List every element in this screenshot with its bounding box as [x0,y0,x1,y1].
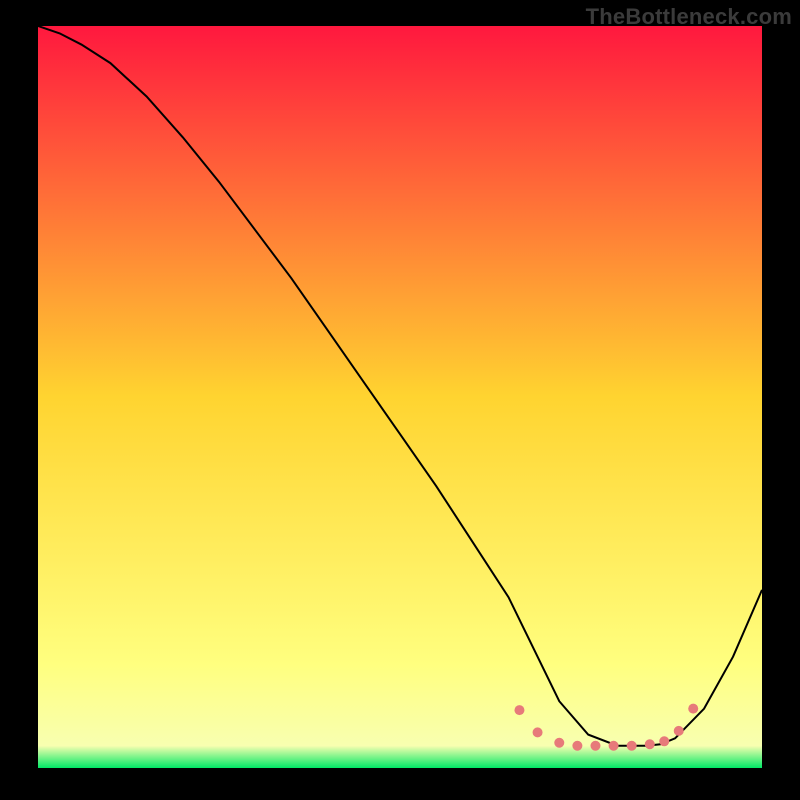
gradient-background [38,26,762,768]
highlight-dot [609,741,619,751]
chart-container: TheBottleneck.com [0,0,800,800]
plot-area [38,26,762,768]
highlight-dot [659,736,669,746]
highlight-dot [572,741,582,751]
plot-svg [38,26,762,768]
highlight-dot [590,741,600,751]
highlight-dot [533,727,543,737]
highlight-dot [514,705,524,715]
highlight-dot [674,726,684,736]
watermark-text: TheBottleneck.com [586,4,792,30]
highlight-dot [645,739,655,749]
highlight-dot [554,738,564,748]
highlight-dot [627,741,637,751]
highlight-dot [688,704,698,714]
